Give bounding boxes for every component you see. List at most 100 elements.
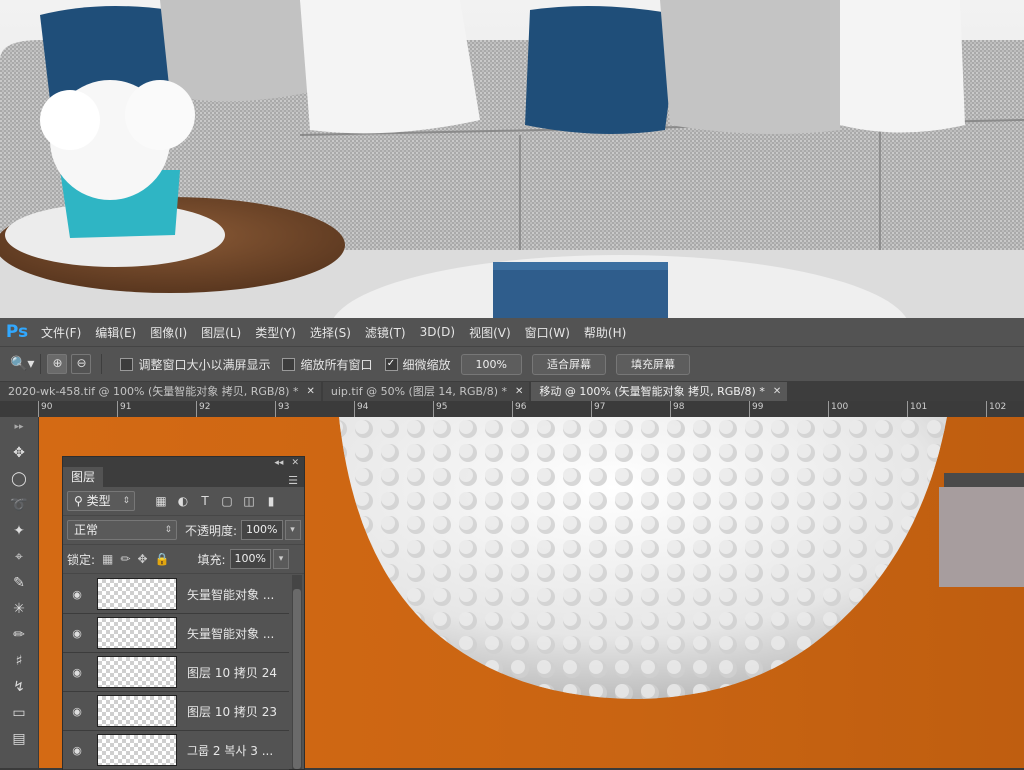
toolbox: ▸▸ ✥ ◯ ➰ ✦ ⌖ ✎ ✳ ✏ ♯ ↯ ▭ ▤ — [0, 417, 39, 768]
layer-name: 图层 10 拷贝 24 — [187, 665, 277, 680]
zoom-in-button[interactable]: ⊕ — [47, 354, 68, 374]
lock-transparency-icon[interactable]: ▦ — [102, 552, 113, 566]
eye-icon[interactable]: ◉ — [63, 627, 91, 640]
opacity-input[interactable]: 100% — [241, 520, 283, 540]
move-tool-icon[interactable]: ✥ — [9, 443, 29, 463]
menu-view[interactable]: 视图(V) — [462, 324, 518, 341]
ruler-tick — [117, 401, 118, 417]
fill-input[interactable]: 100% — [229, 549, 271, 569]
close-icon[interactable]: ✕ — [291, 458, 299, 468]
ruler-label: 99 — [752, 402, 764, 412]
blend-mode-select[interactable]: 正常 ⇕ — [67, 520, 177, 540]
search-icon: ⚲ — [74, 494, 87, 508]
filter-pixel-icon[interactable]: ▦ — [153, 493, 169, 509]
layer-filter-select[interactable]: ⚲ 类型 ⇕ — [67, 491, 135, 511]
filter-type-icon[interactable]: T — [197, 493, 213, 509]
toolbox-collapse-icon[interactable]: ▸▸ — [9, 417, 29, 437]
ruler-tick — [828, 401, 829, 417]
lock-position-icon[interactable]: ✥ — [137, 552, 147, 566]
lock-pixels-icon[interactable]: ✏ — [120, 552, 130, 566]
ruler-tick — [433, 401, 434, 417]
brush-tool-icon[interactable]: ✏ — [9, 625, 29, 645]
layer-thumbnail — [97, 695, 177, 727]
filter-kind-label: 类型 — [86, 494, 111, 508]
chevron-updown-icon: ⇕ — [122, 496, 130, 506]
history-brush-icon[interactable]: ↯ — [9, 677, 29, 697]
menu-help[interactable]: 帮助(H) — [577, 324, 633, 341]
collapse-icon[interactable]: ◂◂ — [274, 458, 283, 468]
zoom-100-button[interactable]: 100% — [460, 353, 522, 375]
menu-filter[interactable]: 滤镜(T) — [358, 324, 413, 341]
filter-smart-object-icon[interactable]: ◫ — [241, 493, 257, 509]
ruler-label: 94 — [357, 402, 369, 412]
resize-windows-checkbox[interactable]: 调整窗口大小以满屏显示 — [120, 356, 270, 373]
ruler-label: 100 — [831, 402, 849, 412]
filter-adjustment-icon[interactable]: ◐ — [175, 493, 191, 509]
zoom-out-button[interactable]: ⊖ — [71, 354, 92, 374]
marquee-tool-icon[interactable]: ◯ — [9, 469, 29, 489]
zoom-all-checkbox[interactable]: 缩放所有窗口 — [282, 356, 373, 373]
filter-toggle-icon[interactable]: ▮ — [263, 493, 279, 509]
menu-select[interactable]: 选择(S) — [303, 324, 358, 341]
menu-image[interactable]: 图像(I) — [143, 324, 194, 341]
fill-screen-button[interactable]: 填充屏幕 — [615, 353, 690, 375]
horizontal-ruler[interactable]: 90 91 92 93 94 95 96 97 98 99 100 101 10… — [38, 401, 1024, 418]
scrubby-zoom-checkbox[interactable]: ✓ 细微缩放 — [384, 356, 451, 373]
zoom-icon[interactable]: 🔍▾ — [10, 356, 34, 372]
ruler-tick — [907, 401, 908, 417]
ruler-tick — [670, 401, 671, 417]
chevron-down-icon[interactable]: ▾ — [272, 549, 289, 569]
close-icon[interactable]: ✕ — [515, 382, 523, 401]
menu-file[interactable]: 文件(F) — [34, 324, 88, 341]
resize-windows-label: 调整窗口大小以满屏显示 — [138, 357, 271, 372]
menu-3d[interactable]: 3D(D) — [413, 325, 462, 339]
crop-tool-icon[interactable]: ⌖ — [9, 547, 29, 567]
magic-wand-icon[interactable]: ✦ — [9, 521, 29, 541]
layers-panel: ◂◂ ✕ 图层 ☰ ⚲ 类型 ⇕ ▦ ◐ T ▢ ◫ ▮ 正常 ⇕ 不透明度: … — [62, 456, 305, 770]
ruler-tick — [275, 401, 276, 417]
document-tab-2[interactable]: uip.tif @ 50% (图层 14, RGB/8) * ✕ — [322, 382, 530, 401]
layer-row[interactable]: ◉ 矢量智能对象 ... — [63, 575, 289, 614]
chevron-down-icon[interactable]: ▾ — [284, 520, 301, 540]
fill-label: 填充: — [197, 552, 226, 567]
ruler-tick — [749, 401, 750, 417]
background-photo — [0, 0, 1024, 318]
close-icon[interactable]: ✕ — [773, 382, 781, 401]
panel-tab-row: 图层 ☰ — [63, 467, 304, 487]
fit-screen-button[interactable]: 适合屏幕 — [531, 353, 606, 375]
eye-icon[interactable]: ◉ — [63, 666, 91, 679]
menu-layer[interactable]: 图层(L) — [194, 324, 248, 341]
menu-window[interactable]: 窗口(W) — [518, 324, 577, 341]
checkbox-box[interactable] — [282, 357, 296, 371]
lock-all-icon[interactable]: 🔒 — [155, 552, 170, 566]
eye-icon[interactable]: ◉ — [63, 705, 91, 718]
menu-type[interactable]: 类型(Y) — [248, 324, 303, 341]
eraser-tool-icon[interactable]: ▭ — [9, 703, 29, 723]
document-tab-1[interactable]: 2020-wk-458.tif @ 100% (矢量智能对象 拷贝, RGB/8… — [0, 382, 321, 401]
layer-row[interactable]: ◉ 矢量智能对象 ... — [63, 614, 289, 653]
layer-row[interactable]: ◉ 图层 10 拷贝 23 — [63, 692, 289, 731]
menu-edit[interactable]: 编辑(E) — [88, 324, 143, 341]
tab-layers[interactable]: 图层 — [63, 467, 104, 487]
clone-stamp-icon[interactable]: ♯ — [9, 651, 29, 671]
document-tab-3[interactable]: 移动 @ 100% (矢量智能对象 拷贝, RGB/8) * ✕ — [531, 382, 788, 401]
zoom-all-label: 缩放所有窗口 — [300, 357, 373, 372]
layers-scrollbar[interactable] — [292, 575, 302, 769]
filter-shape-icon[interactable]: ▢ — [219, 493, 235, 509]
checkbox-box[interactable] — [120, 357, 134, 371]
checkmark-icon[interactable]: ✓ — [384, 357, 398, 371]
eyedropper-icon[interactable]: ✎ — [9, 573, 29, 593]
lasso-tool-icon[interactable]: ➰ — [9, 495, 29, 515]
eye-icon[interactable]: ◉ — [63, 744, 91, 757]
eye-icon[interactable]: ◉ — [63, 588, 91, 601]
close-icon[interactable]: ✕ — [306, 382, 314, 401]
scrollbar-thumb[interactable] — [293, 589, 301, 769]
filter-row: ⚲ 类型 ⇕ ▦ ◐ T ▢ ◫ ▮ — [63, 487, 304, 516]
options-bar: 🔍▾ ⊕ ⊖ 调整窗口大小以满屏显示 缩放所有窗口 ✓ 细微缩放 100% 适合… — [0, 346, 1024, 381]
layer-row[interactable]: ◉ 그룹 2 복사 3 ... — [63, 731, 289, 770]
panel-menu-icon[interactable]: ☰ — [288, 474, 304, 487]
gradient-tool-icon[interactable]: ▤ — [9, 729, 29, 749]
layer-row[interactable]: ◉ 图层 10 拷贝 24 — [63, 653, 289, 692]
layer-thumbnail — [97, 617, 177, 649]
healing-brush-icon[interactable]: ✳ — [9, 599, 29, 619]
